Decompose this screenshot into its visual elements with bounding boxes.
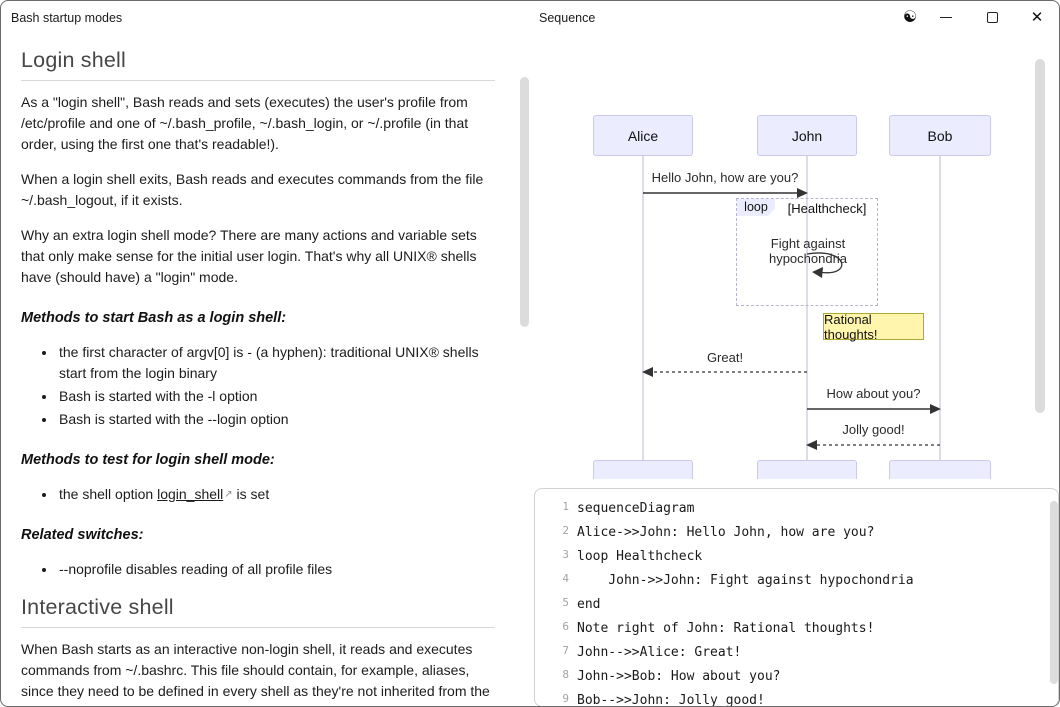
code-line: 8John->>Bob: How about you?	[543, 666, 1048, 690]
code-line: 4 John->>John: Fight against hypochondri…	[543, 570, 1048, 594]
bullet-list-start: the first character of argv[0] is - (a h…	[21, 342, 495, 430]
code-text: Bob-->>John: Jolly good!	[569, 690, 765, 707]
list-item: the first character of argv[0] is - (a h…	[57, 342, 495, 384]
message-hello: Hello John, how are you?	[643, 170, 807, 185]
code-editor[interactable]: 1sequenceDiagram 2Alice->>John: Hello Jo…	[534, 488, 1059, 707]
actor-alice: Alice	[593, 115, 693, 156]
line-number: 7	[543, 642, 569, 657]
app-window: Bash startup modes Sequence ☯ ✕ Login sh…	[0, 0, 1060, 707]
code-line: 6Note right of John: Rational thoughts!	[543, 618, 1048, 642]
external-link-icon: ↗	[224, 489, 232, 500]
code-text: Alice->>John: Hello John, how are you?	[569, 522, 874, 543]
line-number: 4	[543, 570, 569, 585]
actor-alice-bottom	[593, 460, 693, 479]
loop-frame: loop [Healthcheck]	[736, 198, 878, 306]
markdown-preview-pane[interactable]: Login shell As a "login shell", Bash rea…	[1, 33, 531, 706]
list-item: --noprofile disables reading of all prof…	[57, 559, 495, 580]
bullet-list-test: the shell option login_shell↗ is set	[21, 484, 495, 505]
actor-label: John	[792, 128, 822, 144]
list-item-text: the shell option	[59, 486, 157, 502]
document-content: Login shell As a "login shell", Bash rea…	[1, 33, 515, 706]
actor-john: John	[757, 115, 857, 156]
message-great: Great!	[643, 350, 807, 365]
code-line: 2Alice->>John: Hello John, how are you?	[543, 522, 1048, 546]
note-rational-thoughts: Rational thoughts!	[823, 313, 924, 340]
document-scrollbar[interactable]	[520, 77, 529, 327]
list-item: the shell option login_shell↗ is set	[57, 484, 495, 505]
message-jolly: Jolly good!	[807, 422, 940, 437]
paragraph: As a "login shell", Bash reads and sets …	[21, 92, 495, 155]
paragraph: Why an extra login shell mode? There are…	[21, 225, 495, 288]
actor-bob-bottom	[889, 460, 991, 479]
line-number: 2	[543, 522, 569, 537]
message-how-about: How about you?	[807, 386, 940, 401]
list-item: Bash is started with the -l option	[57, 386, 495, 407]
actor-label: Alice	[628, 128, 658, 144]
line-number: 1	[543, 498, 569, 513]
actor-label: Bob	[928, 128, 953, 144]
login-shell-link[interactable]: login_shell	[157, 486, 223, 502]
list-item-text: is set	[233, 486, 270, 502]
list-item: Bash is started with the --login option	[57, 409, 495, 430]
code-text: sequenceDiagram	[569, 498, 694, 519]
paragraph: When a login shell exits, Bash reads and…	[21, 169, 495, 211]
code-scrollbar[interactable]	[1050, 501, 1058, 684]
actor-bob: Bob	[889, 115, 991, 156]
code-line: 1sequenceDiagram	[543, 498, 1048, 522]
diagram-scrollbar[interactable]	[1035, 59, 1045, 413]
line-number: 8	[543, 666, 569, 681]
line-number: 3	[543, 546, 569, 561]
line-number: 6	[543, 618, 569, 633]
code-text: Note right of John: Rational thoughts!	[569, 618, 874, 639]
sequence-diagram: > Alice (dashed) --> > John (dashed) -->…	[531, 1, 1033, 479]
heading-interactive-shell: Interactive shell	[21, 594, 495, 628]
code-text: end	[569, 594, 600, 615]
subheading-methods-test: Methods to test for login shell mode:	[21, 450, 495, 471]
heading-login-shell: Login shell	[21, 47, 495, 81]
left-pane-title: Bash startup modes	[11, 11, 122, 25]
code-line: 3loop Healthcheck	[543, 546, 1048, 570]
line-number: 5	[543, 594, 569, 609]
code-text: John->>Bob: How about you?	[569, 666, 781, 687]
code-line: 9Bob-->>John: Jolly good!	[543, 690, 1048, 707]
subheading-related-switches: Related switches:	[21, 525, 495, 546]
subheading-methods-start: Methods to start Bash as a login shell:	[21, 308, 495, 329]
actor-john-bottom	[757, 460, 857, 479]
paragraph: When Bash starts as an interactive non-l…	[21, 639, 495, 706]
code-line: 7John-->>Alice: Great!	[543, 642, 1048, 666]
loop-label: loop	[737, 199, 775, 216]
code-text: John-->>Alice: Great!	[569, 642, 741, 663]
bullet-list-related: --noprofile disables reading of all prof…	[21, 559, 495, 580]
code-line: 5end	[543, 594, 1048, 618]
line-number: 9	[543, 690, 569, 705]
code-text: John->>John: Fight against hypochondria	[569, 570, 914, 591]
sequence-preview-pane: > Alice (dashed) --> > John (dashed) -->…	[531, 1, 1060, 706]
loop-condition: [Healthcheck]	[775, 201, 879, 216]
code-text: loop Healthcheck	[569, 546, 702, 567]
